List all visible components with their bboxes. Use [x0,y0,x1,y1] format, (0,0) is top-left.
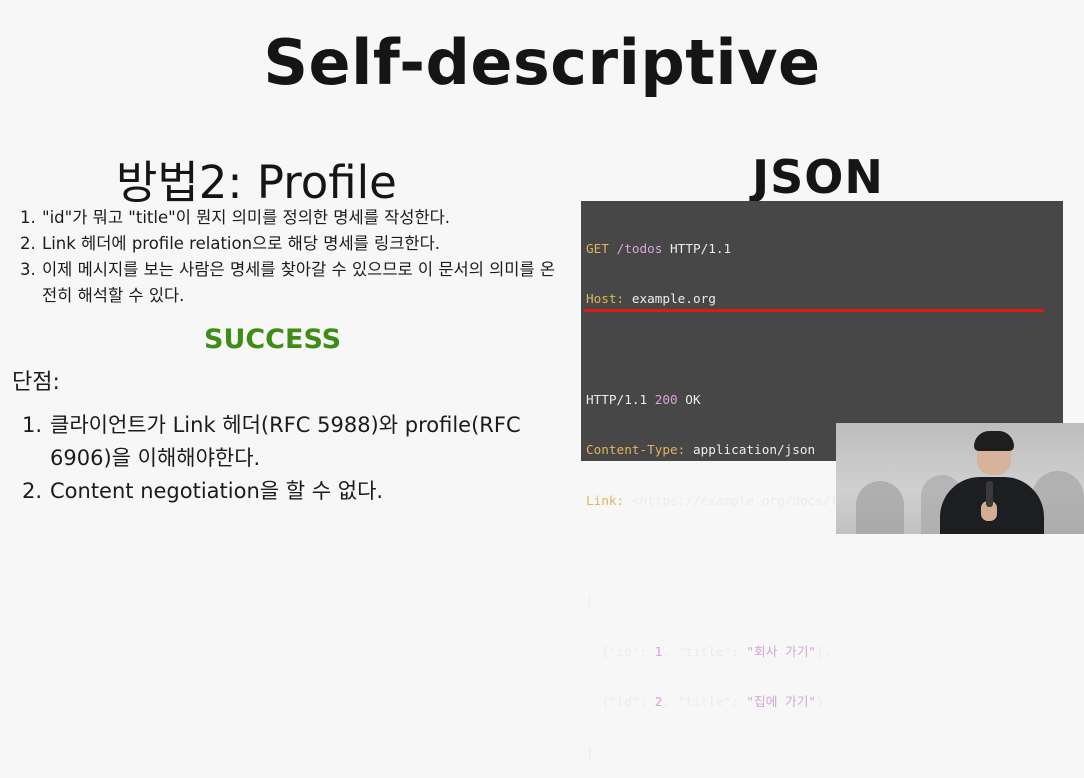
json-text: } [816,694,824,710]
json-text: , "title": [662,643,747,659]
json-line: {"id": 1, "title": "회사 가기"}, [586,644,1058,661]
list-item: 1. 클라이언트가 Link 헤더(RFC 5988)와 profile(RFC… [22,409,567,475]
json-bracket: ] [586,744,594,760]
header-key: Link: [586,492,625,508]
list-item: 2. Content negotiation을 할 수 없다. [22,475,567,508]
list-text: 이제 메시지를 보는 사람은 명세를 찾아갈 수 있으므로 이 문서의 의미를 … [42,260,556,305]
json-text: }, [816,643,832,659]
request-line: GET /todos HTTP/1.1 [586,241,1058,258]
link-header-underline [584,309,1044,312]
request-path: /todos [616,240,663,256]
list-item: 1. "id"가 뭐고 "title"이 뭔지 의미를 정의한 명세를 작성한다… [20,205,565,231]
header-value: application/json [685,442,816,458]
cons-list: 1. 클라이언트가 Link 헤더(RFC 5988)와 profile(RFC… [22,409,567,508]
speaker-hair [974,431,1014,451]
json-line: ] [586,745,1058,762]
json-line: {"id": 2, "title": "집에 가기"} [586,694,1058,711]
json-line: [ [586,593,1058,610]
list-text: "id"가 뭐고 "title"이 뭔지 의미를 정의한 명세를 작성한다. [42,208,451,227]
cons-heading: 단점: [12,370,60,395]
list-text: Link 헤더에 profile relation으로 해당 명세를 링크한다. [42,234,441,253]
list-text: 클라이언트가 Link 헤더(RFC 5988)와 profile(RFC 69… [50,413,521,470]
json-string: "집에 가기" [746,694,817,710]
status-protocol: HTTP/1.1 [586,391,655,407]
status-code: 200 [654,391,678,407]
status-line: HTTP/1.1 200 OK [586,392,1058,409]
list-number: 2. [22,479,43,503]
status-text: OK [677,391,701,407]
list-number: 1. [20,208,36,227]
list-item: 2. Link 헤더에 profile relation으로 해당 명세를 링크… [20,231,565,257]
header-key: Host: [586,290,625,306]
microphone-icon [986,481,993,507]
request-protocol: HTTP/1.1 [662,240,732,256]
json-text: , "title": [662,694,747,710]
list-text: Content negotiation을 할 수 없다. [50,479,384,503]
header-key: Content-Type: [586,442,686,458]
json-bracket: [ [586,593,594,609]
json-heading: JSON [752,150,884,204]
json-text: {"id": [586,694,655,710]
http-response-code-block: GET /todos HTTP/1.1 Host: example.org HT… [581,201,1063,760]
list-number: 1. [22,413,43,437]
http-method: GET [586,240,609,256]
json-text: {"id": [586,643,655,659]
json-number: 1 [654,643,663,659]
json-number: 2 [654,694,663,710]
background-silhouette [856,481,904,534]
slide-title: Self-descriptive [263,26,821,99]
list-item: 3. 이제 메시지를 보는 사람은 명세를 찾아갈 수 있으므로 이 문서의 의… [20,257,565,309]
header-value: example.org [624,290,716,306]
steps-list: 1. "id"가 뭐고 "title"이 뭔지 의미를 정의한 명세를 작성한다… [20,205,565,309]
host-header-line: Host: example.org [586,291,1058,308]
method-heading: 방법2: Profile [116,156,397,209]
speaker-video-overlay [836,423,1084,534]
json-string: "회사 가기" [746,643,817,659]
list-number: 2. [20,234,36,253]
list-number: 3. [20,260,36,279]
success-label: SUCCESS [204,324,342,355]
